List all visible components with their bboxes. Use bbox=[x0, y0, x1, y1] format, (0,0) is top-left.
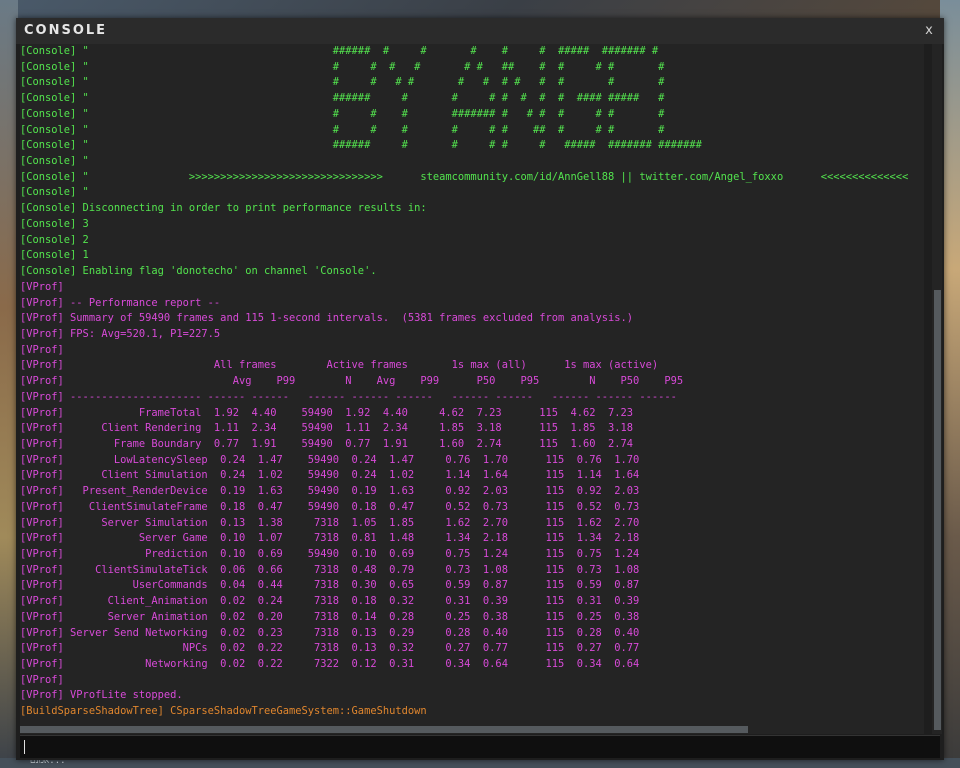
console-line: [VProf] Avg P99 N Avg P99 P50 P95 N P50 … bbox=[20, 375, 684, 388]
console-line: [VProf] -- Performance report -- bbox=[20, 296, 221, 309]
console-line: [Console] Disconnecting in order to prin… bbox=[20, 202, 427, 215]
console-line: [Console] 3 bbox=[20, 217, 89, 230]
console-line: [Console] " ###### # # # # # # # #### ##… bbox=[20, 92, 665, 105]
horizontal-scrollbar-thumb[interactable] bbox=[20, 726, 748, 733]
console-line: [Console] " >>>>>>>>>>>>>>>>>>>>>>>>>>>>… bbox=[20, 170, 909, 183]
console-input-bar[interactable] bbox=[20, 735, 940, 758]
console-line: [VProf] FrameTotal 1.92 4.40 59490 1.92 … bbox=[20, 406, 634, 419]
console-line: [Console] " bbox=[20, 186, 89, 199]
console-line: [VProf] bbox=[20, 280, 64, 293]
console-line: [VProf] Prediction 0.10 0.69 59490 0.10 … bbox=[20, 548, 640, 560]
console-line: [Console] " ###### # # # # # ##### #####… bbox=[20, 139, 702, 152]
console-line: [VProf] All frames Active frames 1s max … bbox=[20, 359, 659, 372]
console-input[interactable] bbox=[26, 738, 930, 758]
console-titlebar[interactable]: CONSOLE x bbox=[16, 18, 944, 44]
console-line: [VProf] --------------------- ------ ---… bbox=[20, 390, 677, 403]
console-line: [Console] 1 bbox=[20, 249, 89, 262]
console-line: [VProf] bbox=[20, 343, 64, 356]
console-line: [VProf] Server Animation 0.02 0.20 7318 … bbox=[20, 610, 640, 623]
console-line: [Console] Enabling flag 'donotecho' on c… bbox=[20, 265, 377, 278]
close-icon[interactable]: x bbox=[920, 22, 938, 40]
console-line: [VProf] NPCs 0.02 0.22 7318 0.13 0.32 0.… bbox=[20, 642, 640, 655]
console-line: [VProf] Client Simulation 0.24 1.02 5949… bbox=[20, 469, 640, 482]
console-line: [VProf] Summary of 59490 frames and 115 … bbox=[20, 312, 634, 325]
console-line: [Console] 2 bbox=[20, 233, 89, 246]
console-line: [VProf] FPS: Avg=520.1, P1=227.5 bbox=[20, 327, 221, 340]
console-line: [Console] " # # # # # # ## # # # # # bbox=[20, 60, 665, 73]
console-line: [VProf] Server Game 0.10 1.07 7318 0.81 … bbox=[20, 532, 640, 545]
console-line: [VProf] UserCommands 0.04 0.44 7318 0.30… bbox=[20, 579, 640, 592]
console-line: [BuildSparseShadowTree] CSparseShadowTre… bbox=[20, 705, 427, 718]
console-line: [VProf] VProfLite stopped. bbox=[20, 689, 183, 702]
console-window: CONSOLE x [Console] " ###### # # # # # #… bbox=[16, 18, 944, 760]
console-line: [VProf] ClientSimulateFrame 0.18 0.47 59… bbox=[20, 500, 640, 513]
console-line: [VProf] Server Send Networking 0.02 0.23… bbox=[20, 626, 640, 639]
console-line: [VProf] Client_Animation 0.02 0.24 7318 … bbox=[20, 595, 640, 608]
console-line: [VProf] Networking 0.02 0.22 7322 0.12 0… bbox=[20, 658, 640, 671]
console-line: [VProf] Server Simulation 0.13 1.38 7318… bbox=[20, 516, 640, 529]
console-line: [Console] " # # # # # # ## # # # # bbox=[20, 123, 665, 136]
console-line: [VProf] Frame Boundary 0.77 1.91 59490 0… bbox=[20, 437, 634, 450]
console-line: [Console] " # # # ####### # # # # # # # bbox=[20, 107, 665, 120]
console-line: [VProf] ClientSimulateTick 0.06 0.66 731… bbox=[20, 563, 640, 576]
text-cursor bbox=[24, 740, 25, 754]
console-line: [VProf] Present_RenderDevice 0.19 1.63 5… bbox=[20, 485, 640, 498]
console-output: [Console] " ###### # # # # # ##### #####… bbox=[20, 44, 924, 734]
console-line: [VProf] LowLatencySleep 0.24 1.47 59490 … bbox=[20, 453, 640, 466]
console-title: CONSOLE bbox=[24, 23, 108, 38]
console-line: [Console] " # # # # # # # # # # # # bbox=[20, 76, 665, 89]
console-line: [VProf] bbox=[20, 673, 64, 686]
console-line: [Console] " bbox=[20, 155, 89, 168]
console-line: [VProf] Client Rendering 1.11 2.34 59490… bbox=[20, 422, 634, 435]
vertical-scrollbar-thumb[interactable] bbox=[934, 290, 941, 730]
console-line: [Console] " ###### # # # # # ##### #####… bbox=[20, 45, 659, 57]
